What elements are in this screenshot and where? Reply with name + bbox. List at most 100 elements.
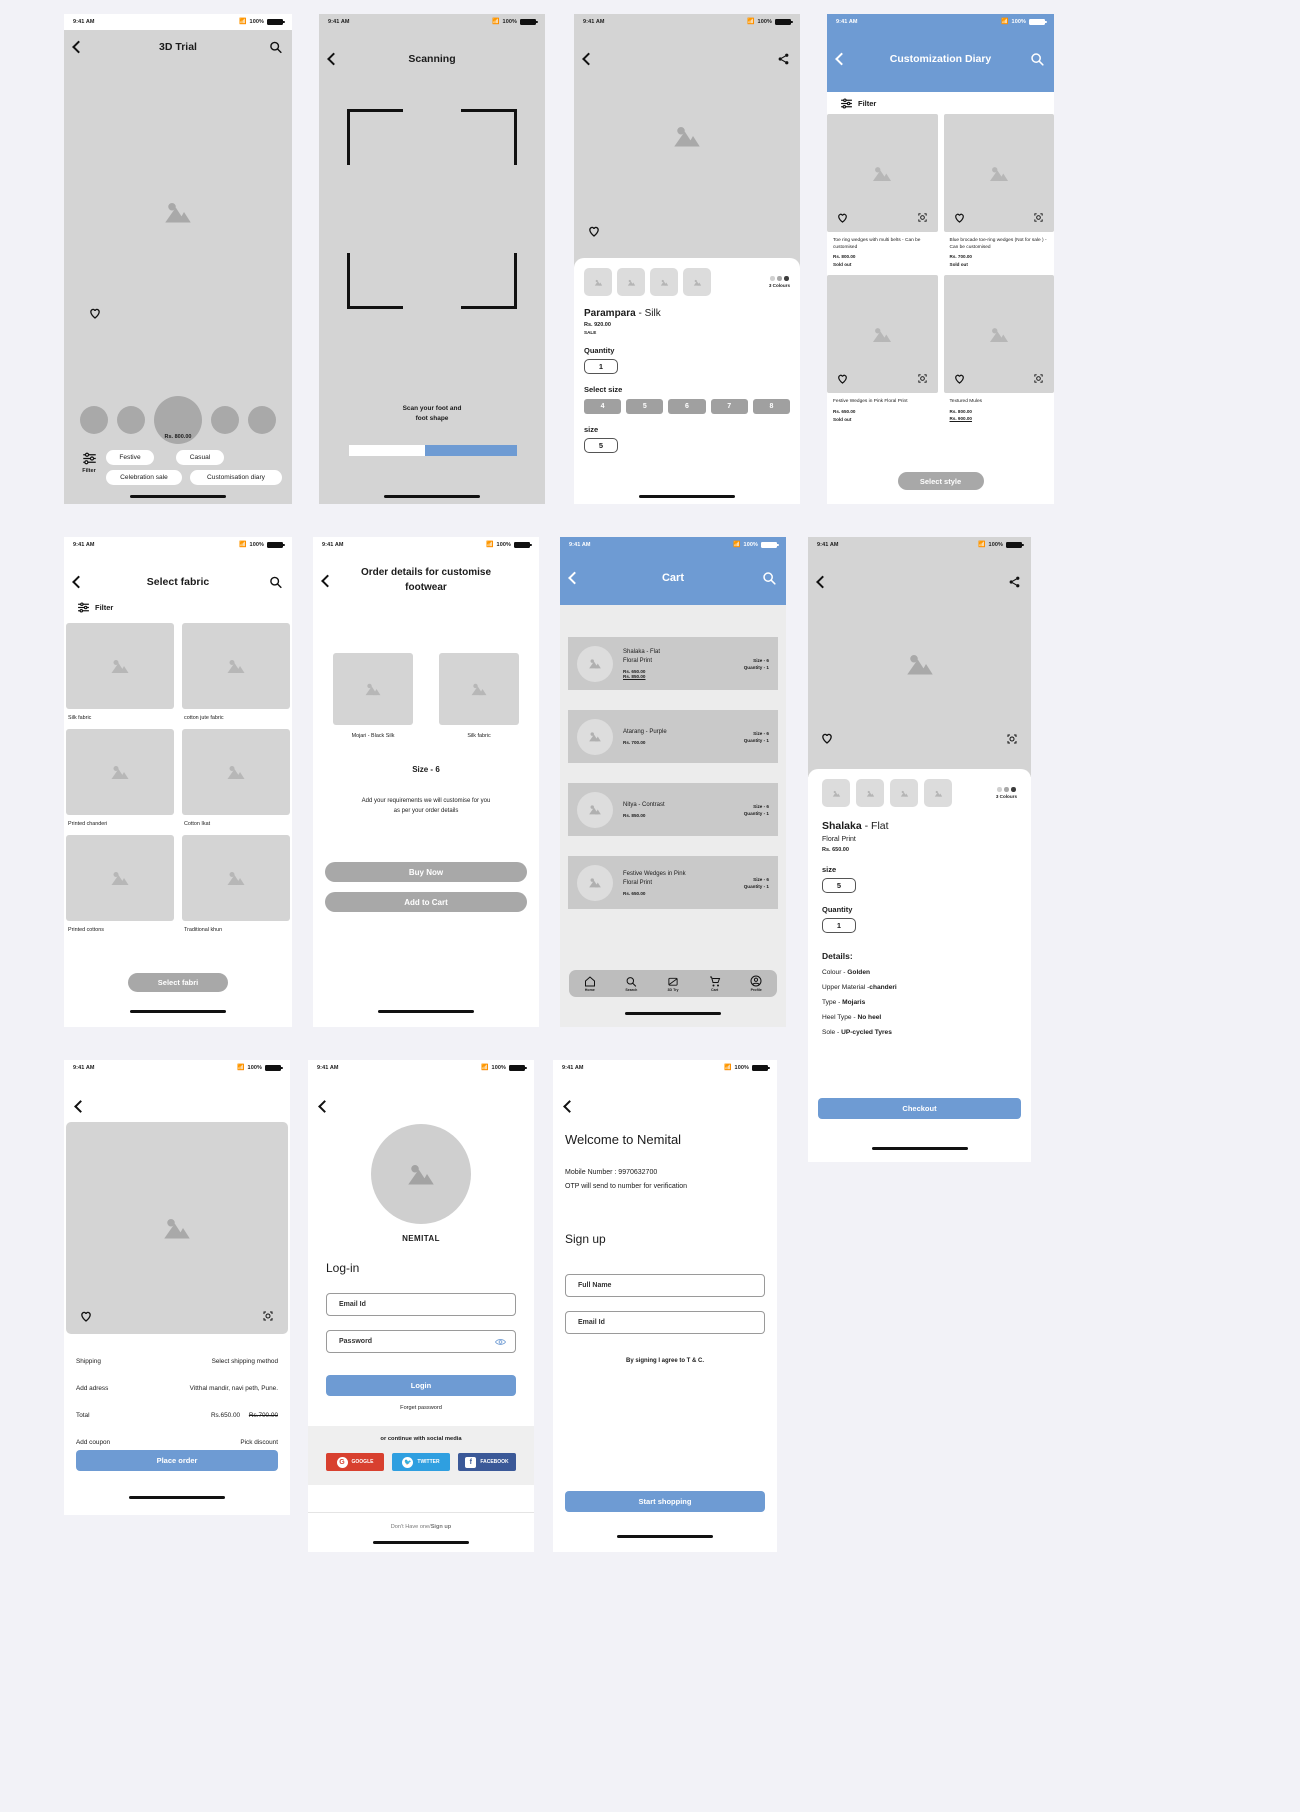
cart-row[interactable]: Shalaka - Flat Floral Print Rs. 650.00 R…	[568, 637, 778, 690]
swatch[interactable]	[117, 406, 145, 434]
start-shopping-button[interactable]: Start shopping	[565, 1491, 765, 1512]
back-button[interactable]	[582, 52, 595, 66]
thumbnail[interactable]	[650, 268, 678, 296]
back-button[interactable]	[318, 1100, 331, 1113]
size-option-8[interactable]: 8	[752, 399, 791, 414]
fabric-card[interactable]: Printed cottons	[66, 835, 174, 933]
favorite-icon[interactable]	[80, 1311, 92, 1322]
twitter-login-button[interactable]: 🐦 TWITTER	[392, 1453, 450, 1471]
search-icon[interactable]	[269, 576, 282, 589]
thumbnail[interactable]	[584, 268, 612, 296]
fabric-card[interactable]: Cotton Ikat	[182, 729, 290, 827]
tab-cart[interactable]: Cart	[709, 976, 721, 992]
google-login-button[interactable]: G GOOGLE	[326, 1453, 384, 1471]
diary-card[interactable]: Blue brocade toe-ring wedges (Not for sa…	[943, 114, 1054, 267]
quantity-stepper[interactable]: 1	[584, 359, 618, 374]
favorite-icon[interactable]	[837, 213, 848, 223]
filter-bar[interactable]: Filter	[64, 602, 292, 613]
favorite-icon[interactable]	[588, 226, 600, 237]
ar-view-icon[interactable]	[1006, 733, 1018, 745]
share-icon[interactable]	[777, 53, 790, 66]
shipping-row[interactable]: Shipping Select shipping method	[76, 1358, 278, 1365]
back-button[interactable]	[72, 40, 85, 54]
login-button[interactable]: Login	[326, 1375, 516, 1396]
back-button[interactable]	[321, 574, 334, 588]
swatch[interactable]	[80, 406, 108, 434]
thumbnail[interactable]	[683, 268, 711, 296]
size-value[interactable]: 5	[584, 438, 618, 453]
select-style-button[interactable]: Select style	[897, 472, 984, 490]
swatch[interactable]	[211, 406, 239, 434]
email-field[interactable]: Email Id	[326, 1293, 516, 1316]
filter-bar[interactable]: Filter	[827, 92, 1054, 114]
quantity-stepper[interactable]: 1	[822, 918, 856, 933]
back-button[interactable]	[563, 1100, 576, 1113]
cart-row[interactable]: Nitya - Contrast Rs. 850.00 Size - 6 Qua…	[568, 783, 778, 836]
place-order-button[interactable]: Place order	[76, 1450, 278, 1471]
checkout-button[interactable]: Checkout	[818, 1098, 1021, 1119]
ar-view-icon[interactable]	[262, 1310, 274, 1322]
size-option-5[interactable]: 5	[626, 399, 664, 414]
email-field[interactable]: Email Id	[565, 1311, 765, 1334]
thumbnail[interactable]	[822, 779, 850, 807]
size-option-4[interactable]: 4	[584, 399, 622, 414]
back-button[interactable]	[72, 575, 85, 589]
signup-footer[interactable]: Don't Have one/Sign up	[308, 1512, 534, 1530]
back-button[interactable]	[327, 52, 340, 66]
favorite-icon[interactable]	[821, 733, 833, 744]
size-option-7[interactable]: 7	[710, 399, 748, 414]
add-to-cart-button[interactable]: Add to Cart	[325, 892, 527, 912]
password-field[interactable]: Password	[326, 1330, 516, 1353]
fabric-card[interactable]: Printed chanderi	[66, 729, 174, 827]
chip-celebration-sale[interactable]: Celebration sale	[106, 470, 182, 485]
tab-search[interactable]: Search	[625, 976, 637, 992]
ar-view-icon[interactable]	[917, 212, 928, 223]
order-item-right[interactable]: Silk fabric	[439, 653, 519, 739]
tab-profile[interactable]: Profile	[750, 975, 762, 992]
thumbnail[interactable]	[617, 268, 645, 296]
fabric-card[interactable]: cotton jute fabric	[182, 623, 290, 721]
ar-view-icon[interactable]	[1033, 373, 1044, 384]
fullname-field[interactable]: Full Name	[565, 1274, 765, 1297]
favorite-icon[interactable]	[954, 213, 965, 223]
favorite-icon[interactable]	[954, 374, 965, 385]
diary-card[interactable]: Festive Wedges in Pink Floral Print Rs. …	[827, 275, 938, 422]
thumbnail[interactable]	[924, 779, 952, 807]
shipping-row[interactable]: Add adress Vitthal mandir, navi peth, Pu…	[76, 1385, 278, 1392]
ar-view-icon[interactable]	[917, 373, 928, 384]
ar-view-icon[interactable]	[1033, 212, 1044, 223]
diary-card[interactable]: Textured Mules Rs. 800.00 Rs. 900.00	[943, 275, 1054, 421]
signup-footer-link[interactable]: Sign up	[431, 1524, 452, 1530]
back-button[interactable]	[816, 575, 829, 589]
share-icon[interactable]	[1008, 576, 1021, 589]
buy-now-button[interactable]: Buy Now	[325, 862, 527, 882]
search-icon[interactable]	[269, 41, 282, 54]
order-item-left[interactable]: Mojari - Black Silk	[333, 653, 413, 739]
swatch[interactable]	[248, 406, 276, 434]
search-icon[interactable]	[762, 571, 776, 585]
size-option-6[interactable]: 6	[668, 399, 706, 414]
thumbnail[interactable]	[890, 779, 918, 807]
tab-3d-try[interactable]: 3D Try	[667, 976, 679, 992]
chip-casual[interactable]: Casual	[176, 450, 224, 465]
tab-home[interactable]: Home	[584, 975, 596, 992]
show-password-icon[interactable]	[495, 1338, 506, 1346]
back-button[interactable]	[74, 1100, 87, 1113]
favorite-icon[interactable]	[89, 308, 101, 319]
diary-card[interactable]: Toe ring wedges with multi belts - Can b…	[827, 114, 938, 267]
fabric-card[interactable]: Traditional khun	[182, 835, 290, 933]
cart-row[interactable]: Festive Wedges in Pink Floral Print Rs. …	[568, 856, 778, 909]
size-value[interactable]: 5	[822, 878, 856, 893]
fabric-card[interactable]: Silk fabric	[66, 623, 174, 721]
select-fabric-button[interactable]: Select fabri	[128, 973, 228, 992]
cart-row[interactable]: Atarang - Purple Rs. 700.00 Size - 6 Qua…	[568, 710, 778, 763]
facebook-login-button[interactable]: f FACEBOOK	[458, 1453, 516, 1471]
back-button[interactable]	[835, 52, 848, 66]
chip-customisation-diary[interactable]: Customisation diary	[190, 470, 282, 485]
thumbnail[interactable]	[856, 779, 884, 807]
shipping-row[interactable]: Add coupon Pick discount	[76, 1439, 278, 1446]
chip-festive[interactable]: Festive	[106, 450, 154, 465]
favorite-icon[interactable]	[837, 374, 848, 385]
forgot-password-link[interactable]: Forget password	[308, 1405, 534, 1411]
back-button[interactable]	[568, 571, 581, 585]
